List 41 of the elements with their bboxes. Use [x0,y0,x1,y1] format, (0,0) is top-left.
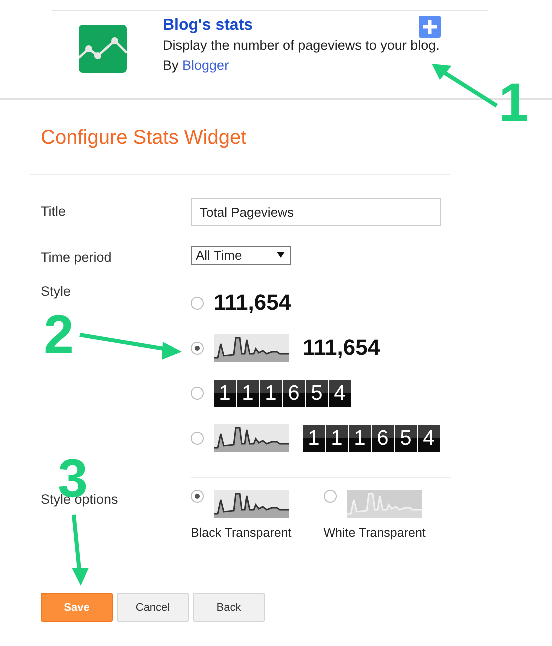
radio-button[interactable] [191,342,204,354]
radio-button[interactable] [191,386,204,400]
pageview-count: 111,654 [214,290,292,316]
counter-digit: 6 [372,424,394,452]
counter-digit: 4 [418,424,440,452]
counter-digit: 1 [326,424,348,452]
option-label: Black Transparent [191,526,292,540]
counter-digit: 6 [283,380,305,406]
section-heading: Configure Stats Widget [41,126,248,150]
chart-icon [79,25,127,73]
action-button[interactable]: Back [193,593,265,622]
add-icon[interactable] [419,16,441,38]
counter-digit: 4 [329,380,351,406]
title-field[interactable]: Total Pageviews [191,198,441,226]
author-label: By [163,58,179,73]
counter-digit: 1 [214,380,236,406]
field-label: Title [41,203,68,219]
annotation-number: 2 [44,308,74,362]
pageview-count: 111,654 [303,335,380,361]
widget-title[interactable]: Blog's stats [163,16,453,36]
caret-icon [277,252,285,258]
counter-digit: 1 [260,380,282,406]
annotation-arrow [432,64,498,108]
radio-button[interactable] [191,490,204,503]
annotation-arrow [72,514,89,586]
time-period-dropdown[interactable]: All Time [191,246,291,265]
option-label: White Transparent [324,526,426,540]
action-button[interactable]: Cancel [117,593,189,622]
counter-digit: 5 [306,380,328,406]
widget-description: Display the number of pageviews to your blog. [163,37,441,55]
field-label: Style [41,284,72,299]
counter-digit: 5 [395,424,417,452]
counter-digit: 1 [237,380,259,406]
field-label: Time period [41,249,113,265]
counter-digit: 1 [303,424,325,452]
counter-digit: 1 [349,424,371,452]
radio-button[interactable] [191,296,204,310]
radio-button[interactable] [324,490,337,503]
radio-button[interactable] [191,432,204,444]
annotation-number: 1 [499,76,530,130]
author-link[interactable]: Blogger [182,58,230,73]
